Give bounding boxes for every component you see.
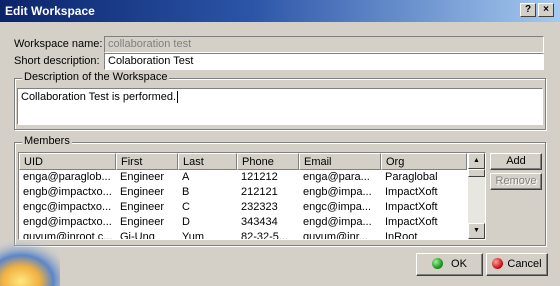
description-textarea[interactable]: Collaboration Test is performed. xyxy=(17,88,543,125)
cancel-icon xyxy=(492,258,504,269)
table-row[interactable]: engb@impactxo... Engineer B 212121 engb@… xyxy=(19,185,467,200)
cell-phone: 121212 xyxy=(241,171,278,183)
short-description-field[interactable]: Colaboration Test xyxy=(104,53,544,70)
workspace-name-field: collaboration test xyxy=(104,36,544,53)
column-header-org[interactable]: Org xyxy=(381,153,467,170)
cell-first: Gi-Ung xyxy=(120,231,155,240)
cell-first: Engineer xyxy=(120,201,165,213)
table-row[interactable]: enga@paraglob... Engineer A 121212 enga@… xyxy=(19,170,467,185)
cell-email: engc@impa... xyxy=(303,201,372,213)
members-group-title: Members xyxy=(22,135,72,147)
cell-uid: enga@paraglob... xyxy=(23,171,111,183)
cancel-button[interactable]: Cancel xyxy=(486,253,548,276)
vertical-scrollbar[interactable]: ▲ ▼ xyxy=(468,153,485,239)
ok-button[interactable]: OK xyxy=(416,253,483,276)
cell-phone: 212121 xyxy=(241,186,278,198)
cell-phone: 82-32-5... xyxy=(241,231,289,240)
cell-org: ImpactXoft xyxy=(385,216,438,228)
cell-org: ImpactXoft xyxy=(385,186,438,198)
title-bar: Edit Workspace ? × xyxy=(0,0,560,22)
ok-label: OK xyxy=(451,258,467,270)
close-icon[interactable]: × xyxy=(538,3,554,17)
cell-org: Paraglobal xyxy=(385,171,438,183)
column-header-phone[interactable]: Phone xyxy=(237,153,299,170)
cell-last: B xyxy=(182,186,190,198)
cell-first: Engineer xyxy=(120,216,165,228)
short-description-label: Short description: xyxy=(14,55,100,67)
column-header-last[interactable]: Last xyxy=(178,153,237,170)
members-table: UID First Last Phone Email Org enga@para… xyxy=(18,152,486,240)
cell-last: A xyxy=(182,171,190,183)
description-text: Collaboration Test is performed. xyxy=(21,91,177,103)
remove-member-button[interactable]: Remove xyxy=(490,173,542,190)
column-header-email[interactable]: Email xyxy=(299,153,381,170)
cell-email: engb@impa... xyxy=(303,186,372,198)
scroll-thumb[interactable] xyxy=(468,169,485,177)
cell-email: engd@impa... xyxy=(303,216,372,228)
help-icon[interactable]: ? xyxy=(520,3,536,17)
table-row[interactable]: guyum@inroot.c... Gi-Ung Yum 82-32-5... … xyxy=(19,230,467,240)
column-header-uid[interactable]: UID xyxy=(19,153,116,170)
cell-first: Engineer xyxy=(120,186,165,198)
table-row[interactable]: engc@impactxo... Engineer C 232323 engc@… xyxy=(19,200,467,215)
cell-uid: engb@impactxo... xyxy=(23,186,112,198)
window-title: Edit Workspace xyxy=(5,4,95,18)
cell-uid: engd@impactxo... xyxy=(23,216,112,228)
table-row[interactable]: engd@impactxo... Engineer D 343434 engd@… xyxy=(19,215,467,230)
scroll-up-icon[interactable]: ▲ xyxy=(468,153,485,169)
ok-icon xyxy=(432,258,444,269)
members-table-header: UID First Last Phone Email Org xyxy=(19,153,467,170)
cell-first: Engineer xyxy=(120,171,165,183)
cell-org: ImpactXoft xyxy=(385,201,438,213)
cell-last: Yum xyxy=(182,231,205,240)
cell-org: InRoot xyxy=(385,231,418,240)
add-member-button[interactable]: Add xyxy=(490,153,542,170)
cell-phone: 232323 xyxy=(241,201,278,213)
cell-uid: engc@impactxo... xyxy=(23,201,112,213)
workspace-name-label: Workspace name: xyxy=(14,38,103,50)
cell-last: D xyxy=(182,216,190,228)
cell-email: enga@para... xyxy=(303,171,370,183)
cell-email: guyum@inr... xyxy=(303,231,368,240)
description-group-title: Description of the Workspace xyxy=(22,71,170,83)
cell-phone: 343434 xyxy=(241,216,278,228)
cancel-label: Cancel xyxy=(507,258,542,270)
app-logo xyxy=(0,238,60,286)
column-header-first[interactable]: First xyxy=(116,153,178,170)
scroll-down-icon[interactable]: ▼ xyxy=(468,223,485,239)
cell-last: C xyxy=(182,201,190,213)
